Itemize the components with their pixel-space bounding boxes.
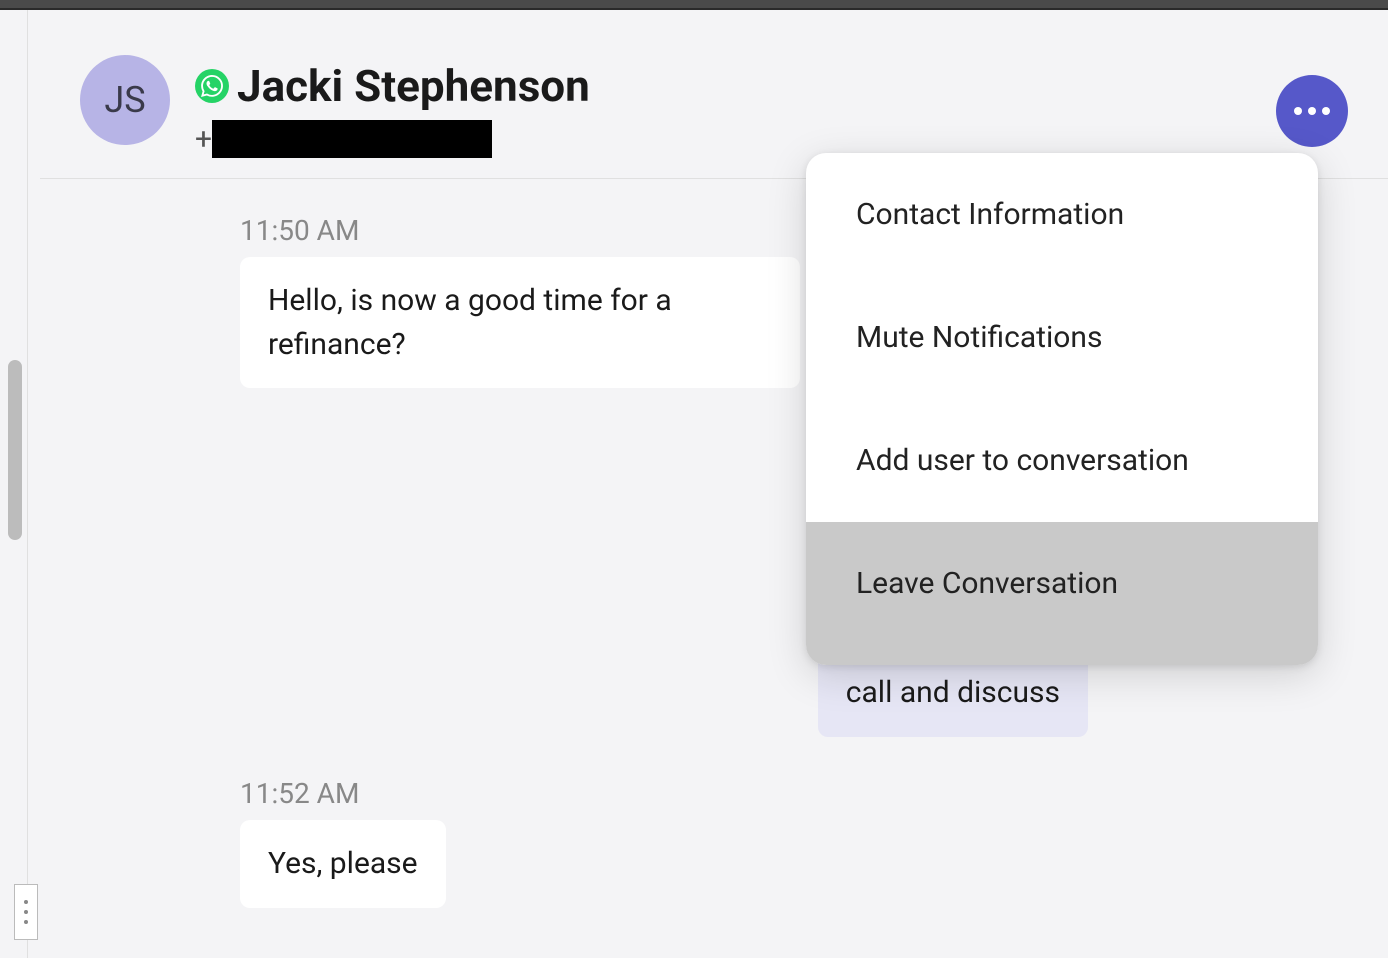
menu-item-label: Add user to conversation xyxy=(856,443,1189,478)
menu-item-contact-info[interactable]: Contact Information xyxy=(806,153,1318,276)
avatar-initials: JS xyxy=(104,79,145,121)
menu-item-add-user[interactable]: Add user to conversation xyxy=(806,399,1318,522)
name-row: Jacki Stephenson xyxy=(195,60,1348,112)
menu-item-mute-notifications[interactable]: Mute Notifications xyxy=(806,276,1318,399)
message-bubble-incoming[interactable]: Yes, please xyxy=(240,820,446,908)
menu-item-label: Mute Notifications xyxy=(856,320,1102,355)
scrollbar-handle[interactable] xyxy=(8,360,22,540)
window-top-bar xyxy=(0,0,1388,10)
message-bubble-incoming[interactable]: Hello, is now a good time for a refinanc… xyxy=(240,257,800,388)
menu-item-label: Contact Information xyxy=(856,197,1124,232)
menu-item-label: Leave Conversation xyxy=(856,566,1118,601)
whatsapp-icon xyxy=(195,69,229,103)
avatar[interactable]: JS xyxy=(80,55,170,145)
left-gutter xyxy=(0,10,28,958)
more-options-button[interactable] xyxy=(1276,75,1348,147)
contact-name: Jacki Stephenson xyxy=(237,60,590,112)
phone-prefix: + xyxy=(195,122,212,157)
message-text: Yes, please xyxy=(268,846,418,881)
phone-number-redacted xyxy=(212,120,492,158)
drag-handle[interactable] xyxy=(14,884,38,940)
more-icon xyxy=(1294,107,1330,115)
message-timestamp: 11:52 AM xyxy=(240,777,1348,810)
more-options-menu: Contact Information Mute Notifications A… xyxy=(806,153,1318,665)
message-text: Hello, is now a good time for a refinanc… xyxy=(268,283,672,362)
menu-item-leave-conversation[interactable]: Leave Conversation xyxy=(806,522,1318,665)
header-info: Jacki Stephenson + xyxy=(195,55,1348,158)
